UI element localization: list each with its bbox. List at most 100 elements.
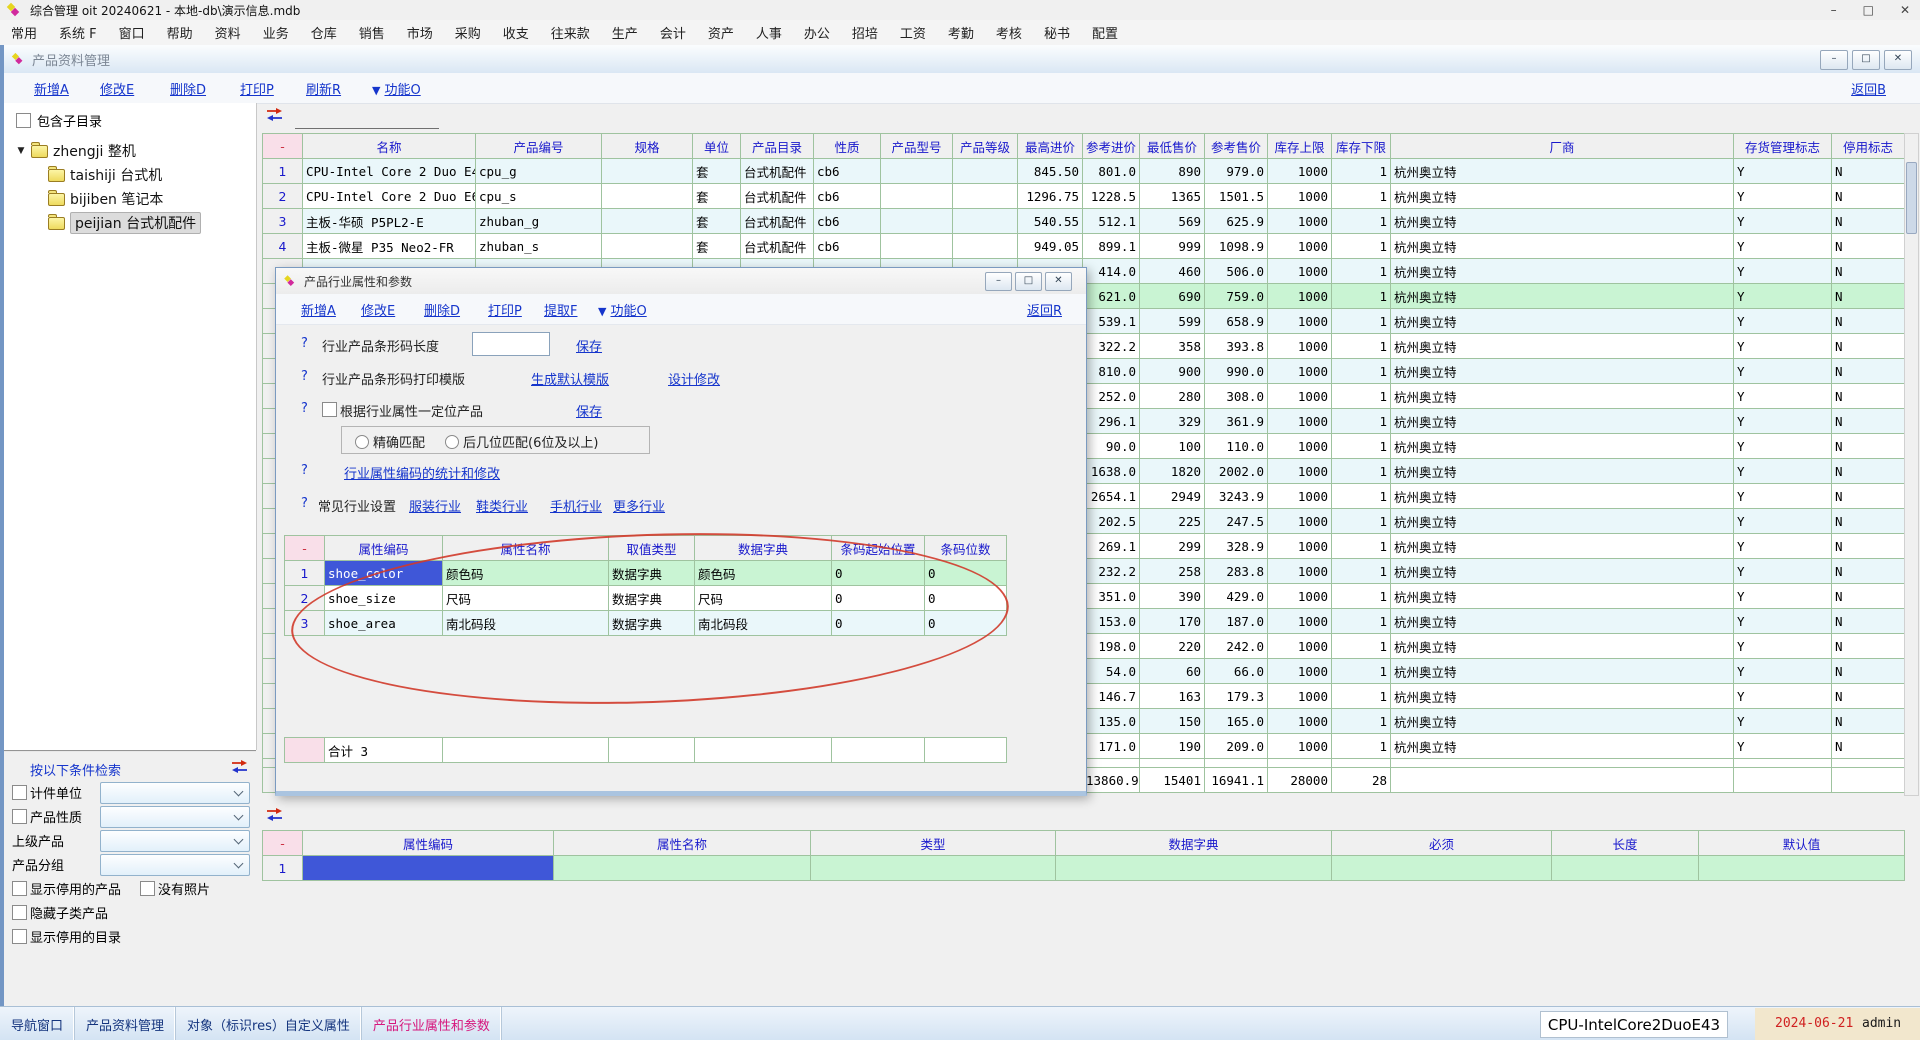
condition-dropdown[interactable] <box>100 806 250 828</box>
dialog-extract-button[interactable]: 提取F <box>544 300 577 319</box>
cell[interactable]: Y <box>1734 184 1832 209</box>
tree-node[interactable]: bijiben 笔记本 <box>4 187 256 211</box>
cell[interactable]: 1000 <box>1268 634 1332 659</box>
help-icon[interactable]: ? <box>301 401 308 416</box>
condition-dropdown[interactable] <box>100 830 250 852</box>
cell[interactable]: 杭州奥立特 <box>1391 409 1734 434</box>
cell[interactable]: 1000 <box>1268 209 1332 234</box>
cell[interactable]: CPU-Intel Core 2 Duo E43 <box>303 159 476 184</box>
column-header[interactable]: 属性名称 <box>443 536 609 561</box>
cell[interactable] <box>953 209 1018 234</box>
cell[interactable]: 1296.75 <box>1018 184 1083 209</box>
cell[interactable]: N <box>1832 459 1905 484</box>
cell[interactable]: 187.0 <box>1205 609 1268 634</box>
cell[interactable]: 1000 <box>1268 659 1332 684</box>
cell[interactable]: N <box>1832 534 1905 559</box>
cell[interactable]: 1 <box>263 856 303 881</box>
cell[interactable]: cb6 <box>814 159 881 184</box>
cell[interactable]: 429.0 <box>1205 584 1268 609</box>
cell[interactable]: 1 <box>1332 434 1391 459</box>
close-icon[interactable] <box>1900 0 1910 20</box>
cell[interactable]: 242.0 <box>1205 634 1268 659</box>
cell[interactable]: zhuban_g <box>476 209 602 234</box>
cell[interactable]: 1000 <box>1268 159 1332 184</box>
cell[interactable]: 625.9 <box>1205 209 1268 234</box>
generate-template-link[interactable]: 生成默认模版 <box>531 369 609 388</box>
column-header[interactable]: 属性编码 <box>303 831 554 856</box>
cell[interactable]: 1 <box>1332 684 1391 709</box>
cell[interactable]: cpu_g <box>476 159 602 184</box>
cell[interactable]: 540.55 <box>1018 209 1083 234</box>
menu-item[interactable]: 销售 <box>348 20 396 45</box>
cell[interactable]: Y <box>1734 684 1832 709</box>
column-header[interactable]: 存货管理标志 <box>1734 134 1832 159</box>
column-header[interactable]: 库存上限 <box>1268 134 1332 159</box>
cell[interactable]: 225 <box>1140 509 1205 534</box>
cell[interactable]: 2 <box>285 586 325 611</box>
cell[interactable]: 2654.1 <box>1083 484 1140 509</box>
cell[interactable]: 1 <box>1332 234 1391 259</box>
cell[interactable] <box>1056 856 1332 881</box>
cell[interactable]: 1 <box>1332 534 1391 559</box>
cell[interactable]: 数据字典 <box>609 561 695 586</box>
include-subfolder-checkbox[interactable] <box>16 113 31 128</box>
menu-item[interactable]: 收支 <box>492 20 540 45</box>
attribute-code-stats-link[interactable]: 行业属性编码的统计和修改 <box>344 463 500 482</box>
cell[interactable]: 621.0 <box>1083 284 1140 309</box>
cell[interactable]: 1 <box>1332 509 1391 534</box>
dialog-print-button[interactable]: 打印P <box>488 300 522 319</box>
cell[interactable]: 150 <box>1140 709 1205 734</box>
dialog-delete-button[interactable]: 删除D <box>424 300 460 319</box>
cell[interactable]: 杭州奥立特 <box>1391 159 1734 184</box>
column-header[interactable]: 名称 <box>303 134 476 159</box>
menu-item[interactable]: 考核 <box>985 20 1033 45</box>
cell[interactable]: Y <box>1734 484 1832 509</box>
column-header[interactable]: 最高进价 <box>1018 134 1083 159</box>
cell[interactable]: N <box>1832 734 1905 759</box>
cell[interactable]: 2002.0 <box>1205 459 1268 484</box>
option-checkbox[interactable] <box>140 881 155 896</box>
cell[interactable]: 296.1 <box>1083 409 1140 434</box>
cell[interactable]: 269.1 <box>1083 534 1140 559</box>
cell[interactable]: CPU-Intel Core 2 Duo E65 <box>303 184 476 209</box>
menu-item[interactable]: 市场 <box>396 20 444 45</box>
cell[interactable]: 163 <box>1140 684 1205 709</box>
column-header[interactable]: 参考进价 <box>1083 134 1140 159</box>
add-button[interactable]: 新增A <box>34 79 69 98</box>
cell[interactable]: 杭州奥立特 <box>1391 509 1734 534</box>
cell[interactable]: 杭州奥立特 <box>1391 234 1734 259</box>
menu-item[interactable]: 办公 <box>793 20 841 45</box>
menu-item[interactable]: 帮助 <box>156 20 204 45</box>
sync-icon[interactable] <box>267 108 283 121</box>
cell[interactable]: 颜色码 <box>695 561 832 586</box>
cell[interactable]: 1 <box>1332 709 1391 734</box>
cell[interactable]: 杭州奥立特 <box>1391 434 1734 459</box>
cell[interactable]: 252.0 <box>1083 384 1140 409</box>
cell[interactable]: 4 <box>263 234 303 259</box>
cell[interactable]: N <box>1832 159 1905 184</box>
cell[interactable]: 1000 <box>1268 709 1332 734</box>
cell[interactable]: 999 <box>1140 234 1205 259</box>
cell[interactable]: 1000 <box>1268 384 1332 409</box>
cell[interactable]: 杭州奥立特 <box>1391 609 1734 634</box>
cell[interactable] <box>303 856 554 881</box>
column-header[interactable]: 默认值 <box>1699 831 1905 856</box>
help-icon[interactable]: ? <box>301 463 308 478</box>
menu-item[interactable]: 资料 <box>204 20 252 45</box>
column-header[interactable]: 取值类型 <box>609 536 695 561</box>
cell[interactable]: 900 <box>1140 359 1205 384</box>
dialog-add-button[interactable]: 新增A <box>301 300 336 319</box>
cell[interactable]: 1 <box>1332 334 1391 359</box>
cell[interactable]: Y <box>1734 384 1832 409</box>
help-icon[interactable]: ? <box>301 369 308 384</box>
cell[interactable]: 1365 <box>1140 184 1205 209</box>
cell[interactable]: Y <box>1734 409 1832 434</box>
cell[interactable]: 90.0 <box>1083 434 1140 459</box>
cell[interactable]: 1000 <box>1268 584 1332 609</box>
cell[interactable]: 1 <box>1332 309 1391 334</box>
column-header[interactable]: 规格 <box>602 134 693 159</box>
cell[interactable]: 杭州奥立特 <box>1391 459 1734 484</box>
cell[interactable]: N <box>1832 684 1905 709</box>
cell[interactable]: 1 <box>263 159 303 184</box>
status-tab[interactable]: 导航窗口 <box>0 1007 75 1040</box>
